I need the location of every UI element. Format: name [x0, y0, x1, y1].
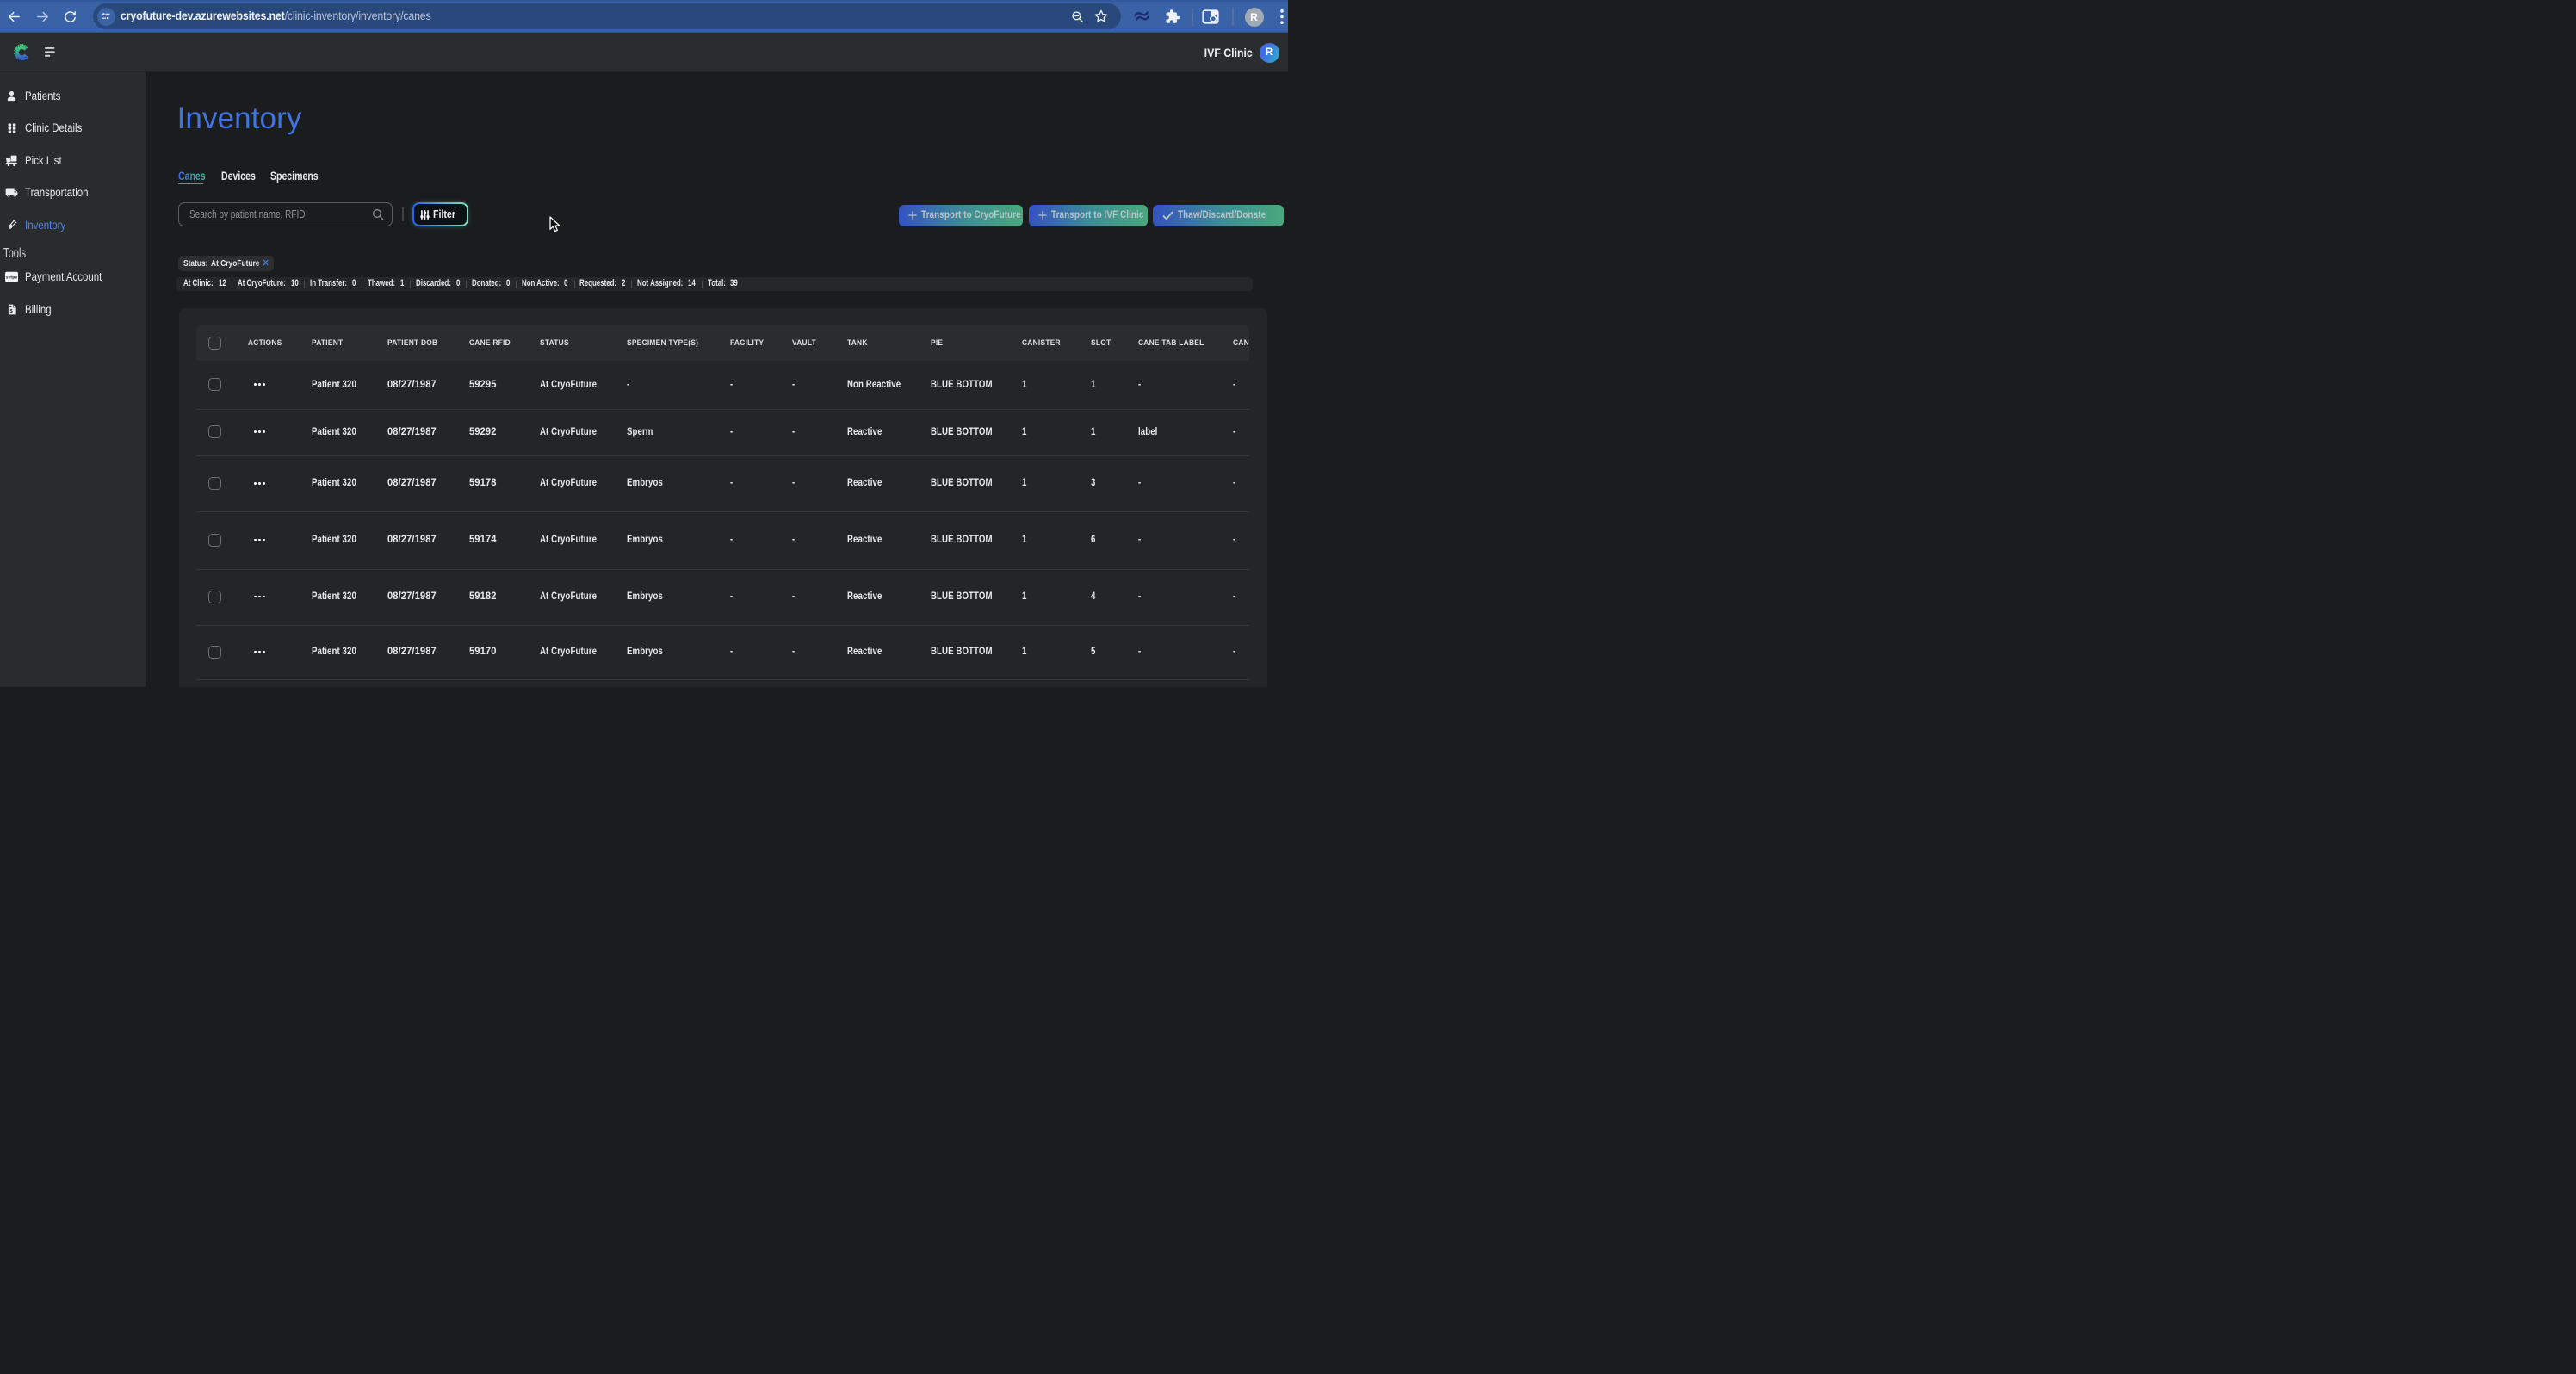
svg-text:stripe: stripe — [6, 275, 17, 281]
